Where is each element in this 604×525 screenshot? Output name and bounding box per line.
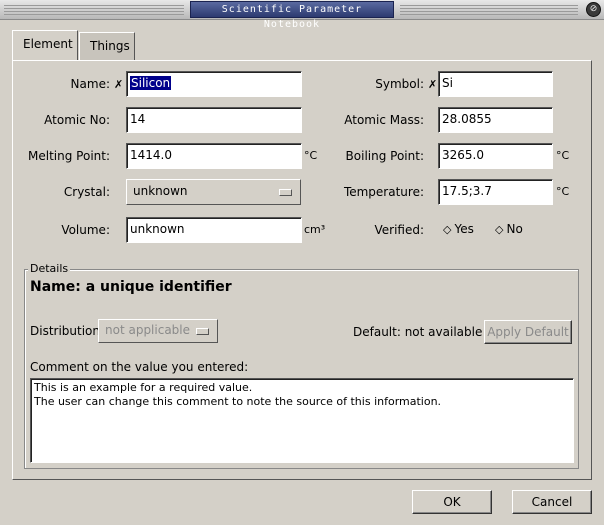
symbol-field[interactable]: Si [438, 71, 553, 97]
details-group-title: Details [28, 262, 71, 275]
verified-no-label: No [506, 222, 523, 236]
radio-diamond-icon: ◇ [495, 223, 504, 236]
title-bar: Scientific Parameter Notebook ⊘ [0, 0, 604, 30]
boiling-point-unit: °C [556, 149, 570, 162]
tab-things[interactable]: Things [79, 32, 135, 60]
boiling-point-label: Boiling Point: [345, 149, 424, 163]
crystal-label: Crystal: [63, 185, 110, 199]
volume-unit: cm³ [304, 223, 326, 236]
dropdown-knob-icon [196, 328, 209, 335]
tab-element-label: Element [23, 37, 73, 51]
atomic-no-label: Atomic No: [44, 113, 110, 127]
comment-line: The user can change this comment to note… [34, 395, 442, 408]
volume-label: Volume: [61, 223, 110, 237]
dropdown-knob-icon [279, 189, 292, 196]
cancel-button[interactable]: Cancel [512, 490, 592, 514]
distribution-value: not applicable [105, 323, 191, 337]
distribution-dropdown[interactable]: not applicable [98, 319, 218, 343]
melting-point-field[interactable]: 1414.0 [126, 143, 302, 169]
window-title: Scientific Parameter Notebook [190, 1, 394, 30]
temperature-field[interactable]: 17.5;3.7 [438, 179, 553, 205]
details-heading: Name: a unique identifier [30, 279, 232, 295]
comment-textarea[interactable]: This is an example for a required value.… [30, 378, 574, 463]
boiling-point-field[interactable]: 3265.0 [438, 143, 553, 169]
atomic-mass-field[interactable]: 28.0855 [438, 107, 553, 133]
default-text: Default: not available [353, 325, 483, 339]
comment-line: This is an example for a required value. [34, 381, 253, 394]
title-bar-grip [4, 5, 184, 15]
verified-yes-label: Yes [454, 222, 474, 236]
melting-point-unit: °C [304, 149, 318, 162]
close-icon[interactable]: ⊘ [586, 2, 601, 17]
name-label: Name: [70, 77, 110, 91]
name-field[interactable]: Silicon [126, 71, 302, 97]
tab-element[interactable]: Element [12, 30, 78, 60]
crystal-dropdown[interactable]: unknown [126, 179, 301, 205]
verified-label: Verified: [374, 223, 424, 237]
distribution-label: Distribution: [30, 324, 105, 338]
volume-field[interactable]: unknown [126, 217, 302, 243]
melting-point-label: Melting Point: [28, 149, 110, 163]
atomic-mass-label: Atomic Mass: [344, 113, 424, 127]
apply-default-button[interactable]: Apply Default [484, 320, 572, 344]
temperature-label: Temperature: [343, 185, 424, 199]
verified-yes-radio[interactable]: ◇ Yes [443, 222, 474, 236]
crystal-value: unknown [133, 184, 188, 198]
atomic-no-field[interactable]: 14 [126, 107, 302, 133]
temperature-unit: °C [556, 185, 570, 198]
comment-label: Comment on the value you entered: [30, 360, 249, 374]
ok-button[interactable]: OK [412, 490, 492, 514]
required-icon: ✗ [428, 78, 438, 91]
verified-no-radio[interactable]: ◇ No [495, 222, 523, 236]
symbol-label: Symbol: [375, 77, 424, 91]
title-bar-grip [400, 5, 578, 15]
tab-things-label: Things [90, 39, 130, 53]
required-icon: ✗ [114, 78, 124, 91]
name-value: Silicon [130, 76, 172, 90]
radio-diamond-icon: ◇ [443, 223, 452, 236]
